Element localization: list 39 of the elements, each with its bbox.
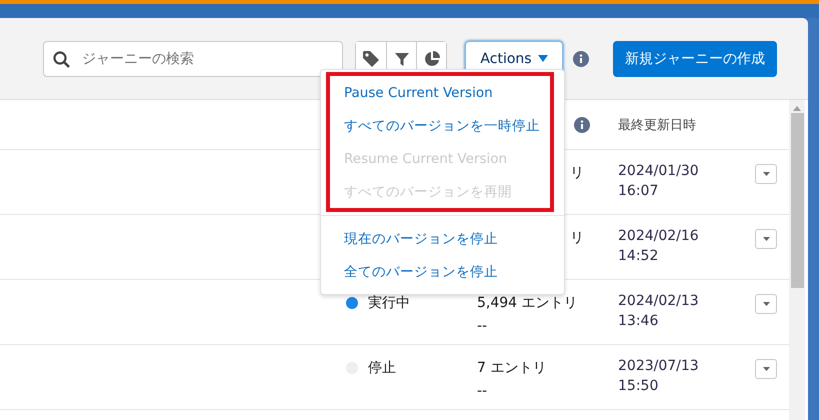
status-text: 停止 [368, 359, 396, 377]
entries-sub: -- [477, 318, 488, 334]
row-menu-button[interactable] [755, 294, 777, 314]
scrollbar[interactable] [789, 100, 805, 420]
date-text: 2024/02/13 [618, 294, 700, 308]
time-text: 16:07 [618, 184, 660, 198]
menu-item[interactable]: 全てのバージョンを停止 [321, 255, 564, 288]
search-icon [53, 50, 70, 68]
column-header[interactable]: 最終更新日時 [618, 116, 696, 134]
status-text: 実行中 [368, 294, 410, 312]
entries-count: 5,494 エントリ [477, 294, 579, 312]
scroll-thumb[interactable] [790, 113, 804, 288]
date-text: 2024/01/30 [618, 164, 700, 178]
entries-count: 7 エントリ [477, 359, 548, 377]
new-journey-button[interactable]: 新規ジャーニーの作成 [613, 40, 777, 76]
date-text: 2024/02/16 [618, 229, 700, 243]
entries-sub: -- [477, 383, 488, 399]
row-menu-button[interactable] [755, 229, 777, 249]
scroll-up-icon [793, 106, 801, 111]
row-menu-button[interactable] [755, 359, 777, 379]
row-menu-button[interactable] [755, 164, 777, 184]
info-icon [574, 116, 590, 132]
caret-icon [762, 237, 770, 241]
time-text: 13:46 [618, 314, 660, 328]
entries-count: リ [570, 164, 585, 182]
time-text: 15:50 [618, 379, 660, 393]
caret-icon [762, 367, 770, 371]
entries-count: リ [570, 229, 585, 247]
search-field[interactable]: ジャーニーの検索 [43, 40, 343, 76]
info-icon [573, 50, 589, 66]
date-text: 2023/07/13 [618, 359, 700, 373]
caret-icon [538, 55, 548, 62]
caret-icon [762, 172, 770, 176]
filter-icon [394, 50, 410, 66]
caret-icon [762, 302, 770, 306]
menu-item[interactable]: 現在のバージョンを停止 [321, 222, 564, 255]
tag-icon [362, 50, 380, 68]
time-text: 14:52 [618, 249, 660, 263]
pie-chart-icon [422, 50, 440, 68]
